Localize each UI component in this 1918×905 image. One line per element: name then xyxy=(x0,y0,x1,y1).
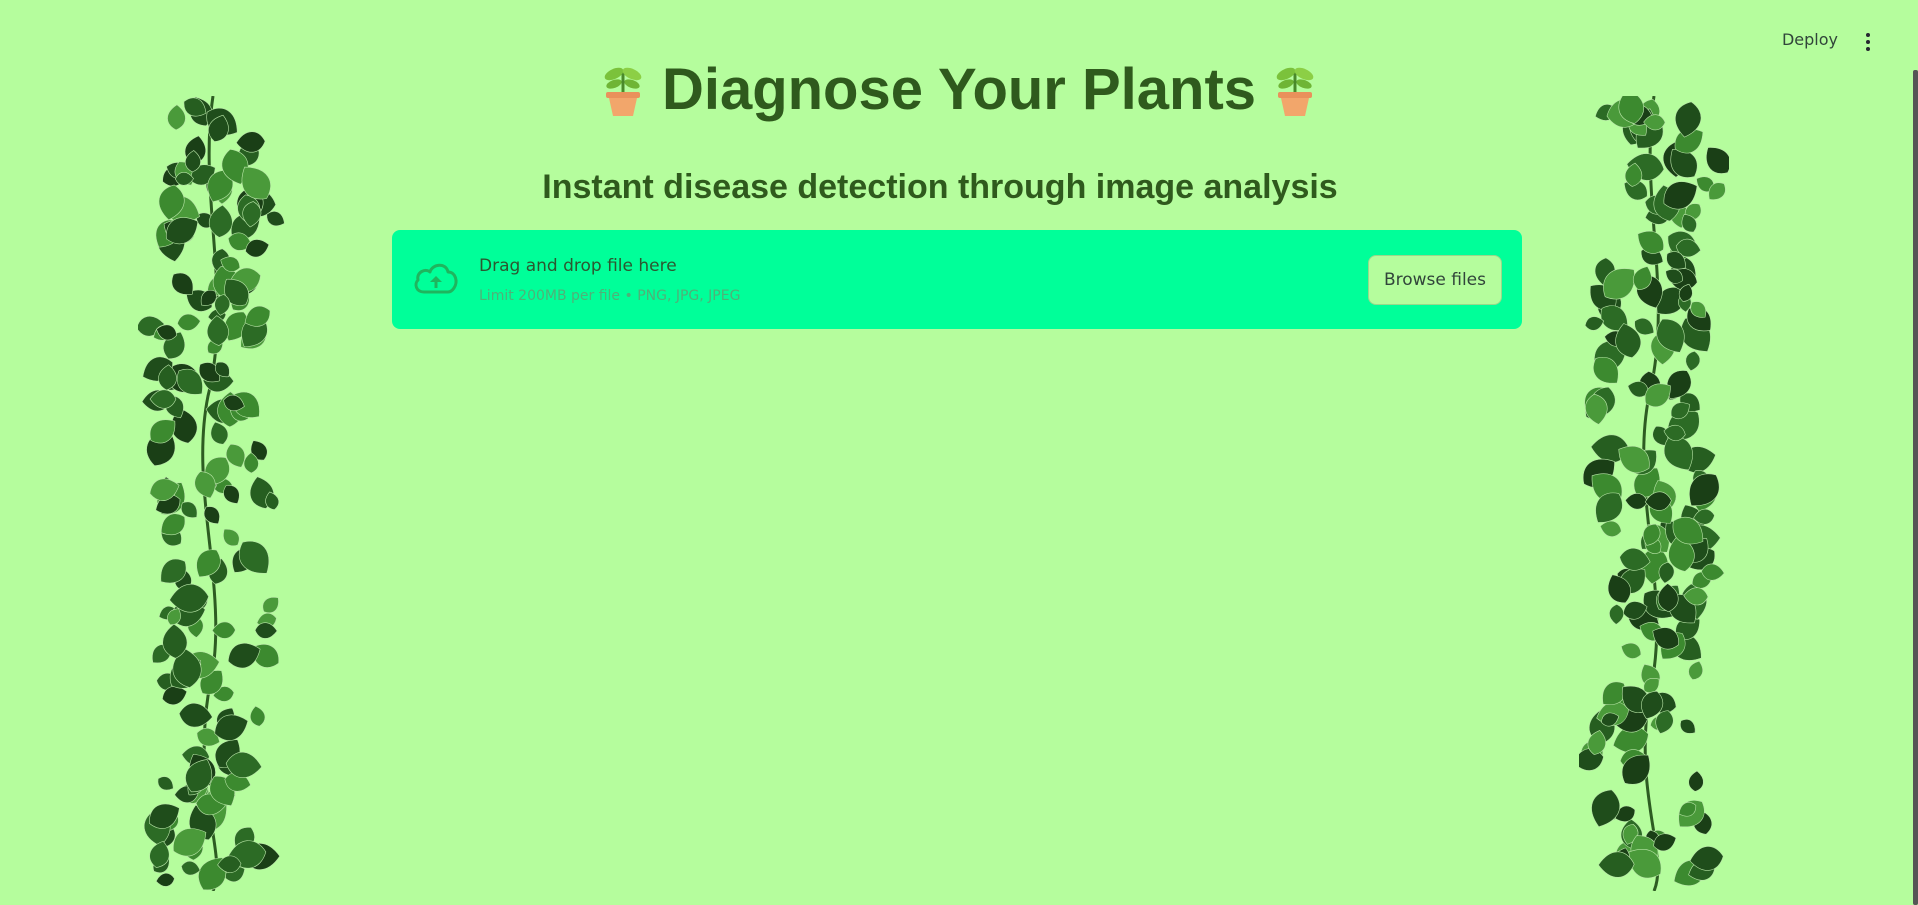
ivy-leaf xyxy=(1591,789,1621,828)
ivy-leaf xyxy=(155,872,175,887)
ivy-leaf xyxy=(1620,642,1642,659)
ivy-leaf xyxy=(1680,719,1696,734)
potted-plant-icon xyxy=(604,67,642,116)
page-subtitle: Instant disease detection through image … xyxy=(542,168,1338,206)
dropzone-instructions: Drag and drop file here xyxy=(479,256,677,276)
ivy-leaf xyxy=(206,315,229,346)
ivy-leaf xyxy=(262,597,279,614)
page-title: Diagnose Your Plants xyxy=(661,57,1257,122)
menu-dot xyxy=(1866,40,1870,44)
ivy-leaf xyxy=(223,528,240,547)
file-dropzone[interactable]: Drag and drop file here Limit 200MB per … xyxy=(392,230,1522,329)
ivy-vine-image-right xyxy=(1579,96,1729,891)
ivy-leaf xyxy=(1688,770,1704,792)
potted-plant-icon xyxy=(1276,67,1314,116)
ivy-vine-image-left xyxy=(138,96,285,891)
scrollbar-thumb[interactable] xyxy=(1913,70,1918,905)
ivy-leaf xyxy=(1688,660,1703,680)
ivy-leaf xyxy=(254,622,278,639)
title-row: Diagnose Your Plants xyxy=(0,58,1918,122)
ivy-leaf xyxy=(177,313,201,331)
scrollbar[interactable] xyxy=(1913,0,1918,905)
ivy-leaf xyxy=(227,643,261,669)
dropzone-limit-text: Limit 200MB per file • PNG, JPG, JPEG xyxy=(479,288,741,304)
ivy-leaf xyxy=(178,702,213,728)
menu-dot xyxy=(1866,47,1870,51)
menu-dot xyxy=(1866,33,1870,37)
browse-files-button[interactable]: Browse files xyxy=(1367,255,1502,305)
ivy-leaf xyxy=(157,776,174,791)
cloud-upload-icon xyxy=(414,263,458,294)
ivy-leaf xyxy=(250,705,266,727)
ivy-leaf xyxy=(203,506,220,524)
ivy-leaf xyxy=(1609,604,1624,625)
app-root: Deploy Diagnose Your Plants Instant dise… xyxy=(0,0,1918,905)
ivy-leaf xyxy=(1685,350,1701,372)
deploy-button[interactable]: Deploy xyxy=(1782,30,1838,49)
vertical-dots-icon[interactable] xyxy=(1858,28,1878,56)
